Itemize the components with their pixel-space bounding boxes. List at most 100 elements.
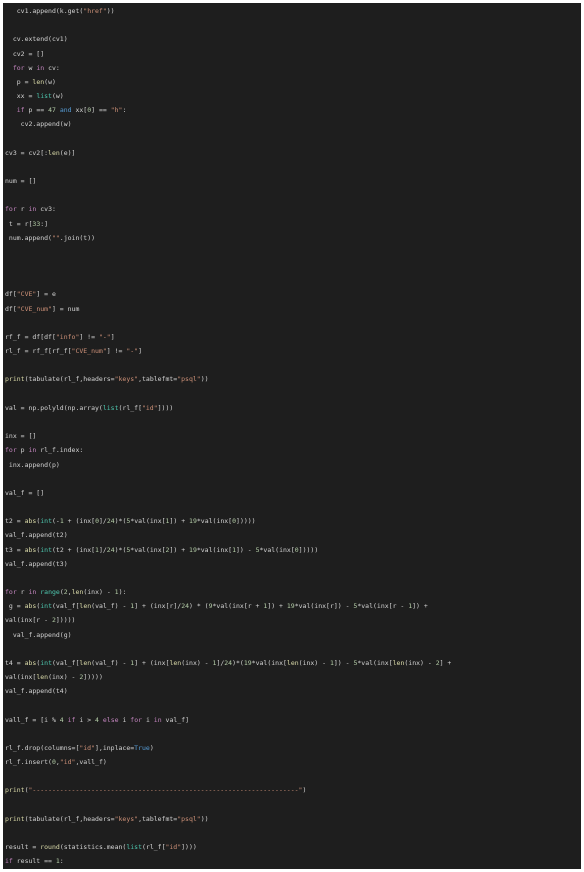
code-line[interactable] [3,798,581,812]
code-token: (inx) - [83,588,115,597]
code-line[interactable] [3,132,581,146]
code-token: rl_f.drop(columns=[ [5,743,80,752]
code-line[interactable] [3,188,581,202]
code-line[interactable]: val(inx[r - 2])))) [3,613,581,627]
code-line[interactable] [3,769,581,783]
code-line[interactable] [3,18,581,32]
code-token: int [40,602,52,611]
code-line[interactable]: cv3 = cv2[:len(e)] [3,146,581,160]
code-line[interactable]: xx = list(w) [3,89,581,103]
code-line[interactable] [3,316,581,330]
code-token: len [169,658,182,667]
code-token: .join(t)) [59,233,96,242]
code-line[interactable]: val_f.append(t2) [3,528,581,542]
code-line[interactable] [3,245,581,259]
code-line[interactable]: t = r[33:] [3,217,581,231]
code-line[interactable]: p = len(w) [3,75,581,89]
code-token: xx[ [71,106,88,115]
code-token: g = [5,602,25,611]
code-token: num.append( [5,233,52,242]
code-token: (inx) - [181,658,213,667]
code-line[interactable]: t2 = abs(int(-1 + (inx[0]/24)*(5*val(inx… [3,514,581,528]
code-line[interactable]: cv2 = [] [3,47,581,61]
code-line[interactable]: for r in range(2,len(inx) - 1): [3,585,581,599]
code-line[interactable] [3,642,581,656]
code-token: i [118,715,131,724]
code-token: )*( [232,658,244,667]
code-editor[interactable]: cv1.append(k.get("href")) cv.extend(cv1)… [3,3,581,869]
code-line[interactable] [3,571,581,585]
code-line[interactable]: inx = [] [3,429,581,443]
code-token: "id" [59,758,76,767]
code-token: list [126,843,142,852]
code-token: )) [200,814,209,823]
code-line[interactable]: result = round(statistics.mean(list(rl_f… [3,840,581,854]
code-line[interactable]: if result == 1: [3,854,581,868]
code-line[interactable]: val_f = [] [3,486,581,500]
code-line[interactable]: cv2.append(w) [3,117,581,131]
code-line[interactable] [3,415,581,429]
code-token: (val_f) - [91,658,131,667]
code-token: *val(inx[r - [357,602,409,611]
code-line[interactable]: rl_f.drop(columns=["id"],inplace=True) [3,741,581,755]
code-line[interactable]: inx.append(p) [3,458,581,472]
code-token: r [16,205,29,214]
code-line[interactable] [3,358,581,372]
code-line[interactable]: rl_f.insert(0,"id",vall_f) [3,755,581,769]
code-token: "CVE" [16,290,37,299]
code-token: ] != [106,347,127,356]
code-line[interactable]: t4 = abs(int(val_f[len(val_f) - 1] + (in… [3,656,581,670]
code-line[interactable]: val_f.append(g) [3,628,581,642]
code-line[interactable]: val = np.polyld(np.array(list(rl_f["id"]… [3,401,581,415]
code-line[interactable]: cv1.append(k.get("href")) [3,4,581,18]
code-token: ] != [79,332,99,341]
code-token: "psql" [177,375,201,384]
code-line[interactable]: vall_f = [i % 4 if i > 4 else i for i in… [3,713,581,727]
code-line[interactable]: num = [] [3,174,581,188]
code-token: len [392,658,405,667]
code-line[interactable] [3,698,581,712]
code-line[interactable]: for w in cv: [3,61,581,75]
code-token: "" [51,233,60,242]
code-token: int [40,517,52,526]
code-line[interactable]: val_f.append(t3) [3,557,581,571]
code-token: in [36,63,45,72]
code-token: if [5,857,13,866]
code-line[interactable] [3,387,581,401]
code-line[interactable]: print(tabulate(rl_f,headers="keys",table… [3,372,581,386]
code-token: ,tablefmt= [138,375,178,384]
code-line[interactable] [3,273,581,287]
code-token: for [130,715,143,724]
code-token: *val(inx[ [196,545,233,554]
code-line[interactable]: t3 = abs(int(t2 + (inx[1]/24)*(5*val(inx… [3,543,581,557]
code-line[interactable]: rf_f = df[df["info"] != "-"] [3,330,581,344]
code-line[interactable]: g = abs(int(val_f[len(val_f) - 1] + (inx… [3,599,581,613]
code-line[interactable]: val(inx[len(inx) - 2])))) [3,670,581,684]
code-line[interactable] [3,500,581,514]
code-token: for [12,63,25,72]
code-line[interactable]: print(tabulate(rl_f,headers="keys",table… [3,812,581,826]
code-token: "CVE_num" [71,347,107,356]
code-line[interactable]: print("---------------------------------… [3,783,581,797]
code-line[interactable] [3,727,581,741]
code-token: ] [138,347,143,356]
code-line[interactable]: val_f.append(t4) [3,684,581,698]
code-token: )) [200,375,209,384]
code-token: rl_f.insert( [5,758,52,767]
code-line[interactable]: for r in cv3: [3,202,581,216]
code-line[interactable]: df["CVE"] = e [3,287,581,301]
code-token: "-" [98,332,111,341]
code-line[interactable] [3,472,581,486]
code-line[interactable] [3,160,581,174]
code-line[interactable]: df["CVE_num"] = num [3,302,581,316]
code-line[interactable]: num.append("".join(t)) [3,231,581,245]
code-line[interactable]: rl_f = rf_f[rf_f["CVE_num"] != "-"] [3,344,581,358]
code-line[interactable]: if p == 47 and xx[0] == "h": [3,103,581,117]
code-line[interactable] [3,259,581,273]
code-line[interactable] [3,826,581,840]
code-line[interactable]: cv.extend(cv1) [3,32,581,46]
code-token: *val(inx[ [251,658,287,667]
code-line[interactable]: for p in rl_f.index: [3,443,581,457]
code-token: w [24,63,37,72]
code-token: "CVE_num" [16,304,52,313]
